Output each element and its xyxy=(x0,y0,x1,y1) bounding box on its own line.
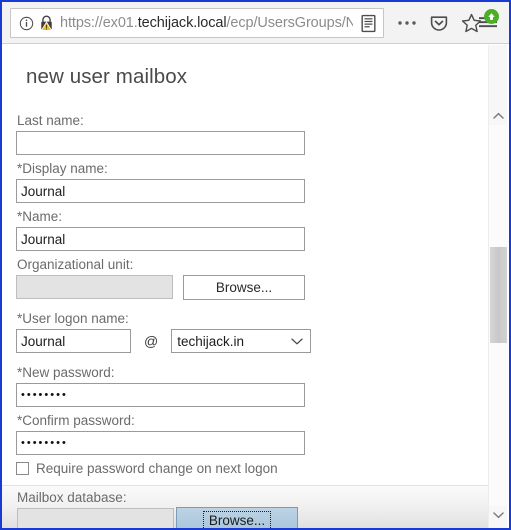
mailbox-database-browse-button[interactable]: Browse... xyxy=(176,507,298,528)
page-content: new user mailbox Last name: *Display nam… xyxy=(2,45,509,528)
vertical-scrollbar[interactable] xyxy=(488,45,508,528)
organizational-unit-label: Organizational unit: xyxy=(17,257,134,272)
user-logon-name-label: *User logon name: xyxy=(17,311,129,326)
scrollbar-up-arrow[interactable] xyxy=(489,107,508,125)
logon-domain-select[interactable]: techijack.in xyxy=(171,329,312,353)
pocket-save-icon[interactable] xyxy=(424,8,454,38)
new-user-mailbox-form: Last name: *Display name: *Name: Organiz… xyxy=(16,107,316,476)
last-name-label: Last name: xyxy=(17,113,84,128)
scrollbar-track[interactable] xyxy=(489,125,508,506)
address-bar[interactable]: https://ex01.techijack.local/ecp/UsersGr… xyxy=(10,8,384,38)
browser-window: https://ex01.techijack.local/ecp/UsersGr… xyxy=(0,0,511,530)
url-text[interactable]: https://ex01.techijack.local/ecp/UsersGr… xyxy=(60,15,353,31)
at-sign-label: @ xyxy=(144,333,159,349)
require-password-change-row[interactable]: Require password change on next logon xyxy=(16,461,316,476)
info-icon[interactable] xyxy=(19,16,34,31)
mailbox-database-label: Mailbox database: xyxy=(17,490,127,505)
url-suffix: /ecp/UsersGroups/Ne xyxy=(226,15,353,31)
user-logon-name-row: @ techijack.in xyxy=(16,329,316,359)
new-password-label: *New password: xyxy=(17,365,115,380)
page-title: new user mailbox xyxy=(26,65,188,88)
require-password-change-label: Require password change on next logon xyxy=(36,461,278,476)
new-password-input[interactable] xyxy=(16,383,305,407)
url-host: techijack.local xyxy=(137,15,227,31)
last-name-input[interactable] xyxy=(16,131,305,155)
organizational-unit-input[interactable] xyxy=(16,275,173,299)
url-prefix: https://ex01. xyxy=(60,15,138,31)
mailbox-database-section: Mailbox database: Browse... xyxy=(2,485,488,528)
site-identity-group xyxy=(11,15,60,31)
mailbox-database-browse-label: Browse... xyxy=(202,510,272,528)
update-arrow-badge xyxy=(484,9,499,24)
confirm-password-input[interactable] xyxy=(16,431,305,455)
require-password-change-checkbox[interactable] xyxy=(16,462,29,475)
chevron-down-icon xyxy=(291,334,303,349)
organizational-unit-row: Browse... xyxy=(16,275,316,305)
browser-toolbar: https://ex01.techijack.local/ecp/UsersGr… xyxy=(2,2,509,44)
display-name-input[interactable] xyxy=(16,179,305,203)
ellipsis-icon[interactable] xyxy=(392,8,422,38)
form-scroll-region: Last name: *Display name: *Name: Organiz… xyxy=(2,107,488,485)
hamburger-menu-icon[interactable] xyxy=(471,6,505,38)
name-label: *Name: xyxy=(17,209,63,224)
organizational-unit-browse-button[interactable]: Browse... xyxy=(183,275,305,300)
scrollbar-thumb[interactable] xyxy=(490,247,507,343)
warning-lock-icon[interactable] xyxy=(39,15,54,31)
confirm-password-label: *Confirm password: xyxy=(17,413,135,428)
reader-view-icon[interactable] xyxy=(353,9,383,37)
display-name-label: *Display name: xyxy=(17,161,108,176)
mailbox-database-input[interactable] xyxy=(17,508,174,528)
logon-domain-value: techijack.in xyxy=(177,333,245,349)
name-input[interactable] xyxy=(16,227,305,251)
scrollbar-down-arrow[interactable] xyxy=(489,506,508,524)
user-logon-name-input[interactable] xyxy=(16,329,131,353)
